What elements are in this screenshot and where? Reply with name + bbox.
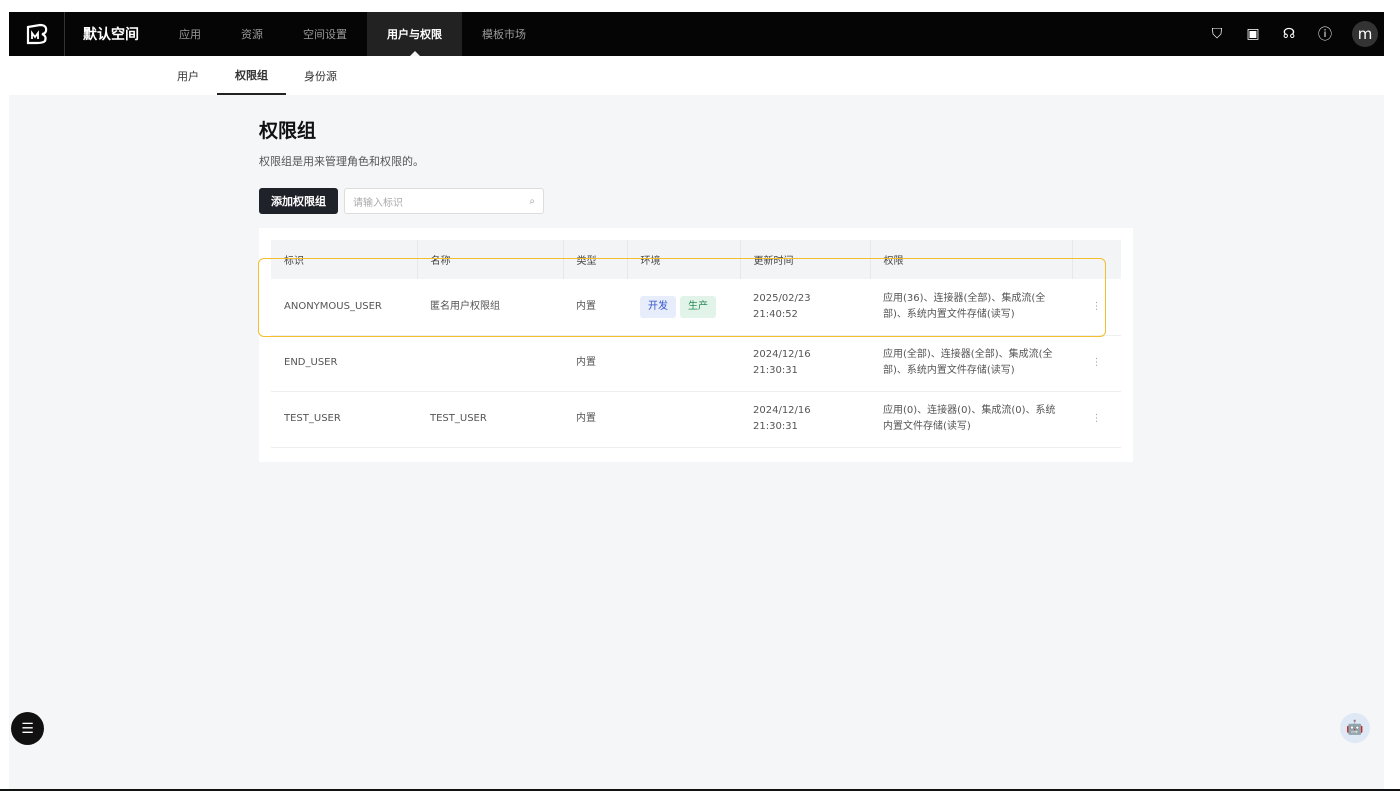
headset-icon[interactable]: ☊ [1280,26,1298,42]
time: 21:30:31 [753,421,798,432]
table-row[interactable]: ANONYMOUS_USER 匿名用户权限组 内置 开发 生产 2025/02/2… [271,279,1121,336]
assistant-bot-icon[interactable]: 🤖 [1340,713,1370,743]
date: 2024/12/16 [753,405,811,416]
perm-line: 部)、系统内置文件存储(读写) [883,365,1015,376]
bottom-divider [0,789,1400,791]
cell-name: TEST_USER [417,391,563,448]
col-type: 类型 [563,240,628,279]
perm-line: 应用(全部)、连接器(全部)、集成流(全 [883,349,1053,360]
cell-type: 内置 [563,391,627,448]
main-nav: 应用 资源 空间设置 用户与权限 模板市场 [159,12,546,56]
tab-permission-groups[interactable]: 权限组 [217,56,286,95]
col-updated: 更新时间 [740,240,871,279]
more-icon[interactable]: ⋮ [1072,279,1121,336]
avatar[interactable]: m [1352,21,1378,47]
time: 21:30:31 [753,365,798,376]
perm-line: 部)、系统内置文件存储(读写) [883,308,1015,320]
cell-env [627,335,740,392]
col-permissions: 权限 [870,240,1073,279]
cell-id: TEST_USER [271,391,417,448]
tab-users[interactable]: 用户 [159,56,217,95]
cell-permissions: 应用(36)、连接器(全部)、集成流(全 部)、系统内置文件存储(读写) [870,279,1072,336]
more-icon[interactable]: ⋮ [1072,391,1121,448]
add-permission-group-button[interactable]: 添加权限组 [259,188,338,214]
nav-apps[interactable]: 应用 [159,12,221,56]
cell-id: ANONYMOUS_USER [271,279,417,336]
table-row[interactable]: END_USER 内置 2024/12/16 21:30:31 应用(全部)、连接… [271,335,1121,392]
env-tag-dev: 开发 [640,295,676,318]
col-actions [1072,240,1121,279]
page-title: 权限组 [259,120,317,142]
perm-line: 应用(36)、连接器(全部)、集成流(全 [883,292,1046,304]
col-env: 环境 [627,240,741,279]
cell-updated: 2024/12/16 21:30:31 [740,335,870,392]
chat-icon[interactable]: ☰ [11,712,44,745]
search-input[interactable]: 请输入标识 ⌕ [344,188,544,214]
cell-env [627,391,740,448]
nav-users-permissions[interactable]: 用户与权限 [367,12,462,56]
badge-icon[interactable]: ⛉ [1208,26,1226,42]
cell-name [417,335,563,392]
date: 2025/02/23 [753,292,811,304]
search-placeholder: 请输入标识 [353,197,403,209]
col-id: 标识 [271,240,418,279]
help-icon[interactable]: ⓘ [1316,24,1334,44]
cell-updated: 2024/12/16 21:30:31 [740,391,870,448]
table-row[interactable]: TEST_USER TEST_USER 内置 2024/12/16 21:30:3… [271,391,1121,448]
logo-icon[interactable] [9,12,65,56]
perm-line: 应用(0)、连接器(0)、集成流(0)、系统 [883,405,1056,416]
date: 2024/12/16 [753,349,811,360]
cell-name: 匿名用户权限组 [417,279,563,336]
nav-space-settings[interactable]: 空间设置 [283,12,367,56]
cell-updated: 2025/02/23 21:40:52 [740,279,870,336]
nav-template-market[interactable]: 模板市场 [462,12,546,56]
video-icon[interactable]: ▣ [1244,26,1262,42]
tab-identity-sources[interactable]: 身份源 [286,56,355,95]
col-name: 名称 [417,240,564,279]
permission-groups-table: 标识 名称 类型 环境 更新时间 权限 ANONYMOUS_USER 匿名用户权… [259,228,1133,462]
nav-resources[interactable]: 资源 [221,12,283,56]
search-icon[interactable]: ⌕ [529,196,535,207]
cell-id: END_USER [271,335,417,392]
cell-permissions: 应用(0)、连接器(0)、集成流(0)、系统 内置文件存储(读写) [870,391,1072,448]
cell-permissions: 应用(全部)、连接器(全部)、集成流(全 部)、系统内置文件存储(读写) [870,335,1072,392]
cell-env: 开发 生产 [627,279,740,336]
cell-type: 内置 [563,335,627,392]
more-icon[interactable]: ⋮ [1072,335,1121,392]
env-tag-prod: 生产 [680,295,716,318]
time: 21:40:52 [753,308,798,320]
cell-type: 内置 [563,279,627,336]
perm-line: 内置文件存储(读写) [883,421,971,432]
workspace-name[interactable]: 默认空间 [65,24,159,44]
page-description: 权限组是用来管理角色和权限的。 [259,155,424,168]
top-bar: 默认空间 应用 资源 空间设置 用户与权限 模板市场 ⛉ ▣ ☊ ⓘ m [9,12,1384,56]
main-content: 权限组 权限组是用来管理角色和权限的。 添加权限组 请输入标识 ⌕ 标识 名称 … [259,116,1139,462]
sub-nav: 用户 权限组 身份源 [9,56,1384,95]
